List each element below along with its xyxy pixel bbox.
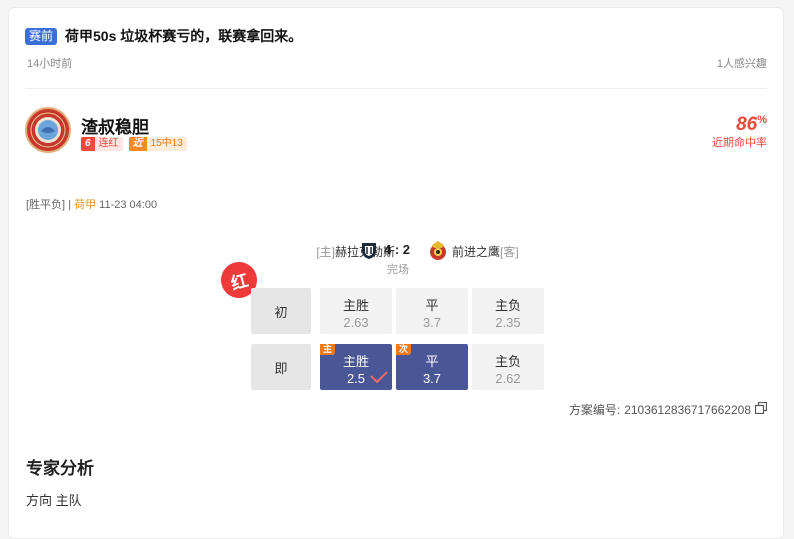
- odd-value: 3.7: [422, 371, 442, 386]
- odd-name: 主负: [494, 298, 521, 313]
- odd-value: 2.35: [495, 315, 521, 330]
- odd-name: 主负: [494, 354, 521, 369]
- bet-type: [胜平负]: [26, 199, 66, 211]
- copy-icon[interactable]: [754, 401, 768, 417]
- initial-draw-cell[interactable]: 平 3.7: [396, 288, 468, 334]
- initial-away-win-cell[interactable]: 主负 2.35: [472, 288, 544, 334]
- odd-name: 平: [425, 298, 439, 313]
- recent-label: 15中13: [146, 137, 187, 151]
- streak-count: 6: [81, 137, 95, 151]
- separator: |: [68, 199, 72, 211]
- plan-number: 方案编号: 2103612836717662208: [568, 401, 768, 418]
- plan-label: 方案编号:: [568, 403, 621, 417]
- away-team-crest-icon: [429, 241, 447, 266]
- initial-home-win-cell[interactable]: 主胜 2.63: [320, 288, 392, 334]
- post-time: 14小时前: [27, 58, 73, 70]
- live-away-win-cell[interactable]: 主负 2.62: [472, 344, 544, 390]
- analysis-heading: 专家分析: [26, 459, 94, 478]
- away-team-name: 前进之鹰: [452, 245, 501, 259]
- recent-badge: 近 15中13: [128, 137, 187, 151]
- away-side-label: [客]: [500, 245, 519, 259]
- divider: [25, 88, 767, 89]
- final-score: 4 : 2: [384, 242, 411, 257]
- avatar[interactable]: [25, 107, 71, 153]
- streak-badge: 6 连红: [81, 137, 123, 151]
- live-odds-label: 即: [251, 344, 311, 390]
- post-title-row: 赛前 荷甲50s 垃圾杯赛亏的，联赛拿回来。: [25, 26, 302, 46]
- plan-id: 2103612836717662208: [624, 402, 751, 417]
- initial-odds-label: 初: [251, 288, 311, 334]
- away-team: 前进之鹰[客]: [452, 243, 519, 260]
- author-name[interactable]: 渣叔稳胆: [81, 113, 149, 138]
- primary-pick-tag: 主: [320, 344, 336, 355]
- home-team-crest-icon: [361, 242, 377, 265]
- odd-value: 2.62: [495, 371, 521, 386]
- match-teams[interactable]: [主]赫拉克勒斯 4 : 2 完场 前进之鹰[客]: [257, 241, 547, 281]
- hit-rate-unit: %: [757, 114, 767, 126]
- pre-match-tag: 赛前: [25, 27, 58, 45]
- hit-rate-label: 近期命中率: [712, 137, 767, 149]
- post-card: 赛前 荷甲50s 垃圾杯赛亏的，联赛拿回来。 14小时前 1人感兴趣 渣叔稳胆 …: [8, 7, 784, 539]
- analysis-direction: 方向 主队: [26, 493, 82, 508]
- secondary-pick-tag: 次: [396, 344, 412, 355]
- check-icon: [370, 371, 388, 386]
- hit-rate: 86% 近期命中率: [712, 114, 767, 150]
- odd-value: 2.63: [343, 315, 369, 330]
- interest-count[interactable]: 1人感兴趣: [717, 55, 767, 71]
- live-home-win-cell[interactable]: 主 主胜 2.5: [320, 344, 392, 390]
- recent-icon: 近: [128, 137, 147, 151]
- match-info: [胜平负] | 荷甲 11-23 04:00: [26, 196, 157, 212]
- league-name[interactable]: 荷甲: [74, 199, 96, 211]
- author-badges: 6 连红 近 15中13: [81, 137, 193, 151]
- live-draw-cell[interactable]: 次 平 3.7: [396, 344, 468, 390]
- odd-value: 3.7: [422, 315, 442, 330]
- home-side-label: [主]: [316, 245, 335, 259]
- odd-name: 主胜: [342, 298, 369, 313]
- streak-label: 连红: [94, 137, 123, 151]
- hit-rate-value: 86: [736, 114, 758, 135]
- match-status: 完场: [387, 264, 409, 276]
- match-datetime: 11-23 04:00: [99, 199, 158, 211]
- post-title[interactable]: 荷甲50s 垃圾杯赛亏的，联赛拿回来。: [65, 26, 302, 46]
